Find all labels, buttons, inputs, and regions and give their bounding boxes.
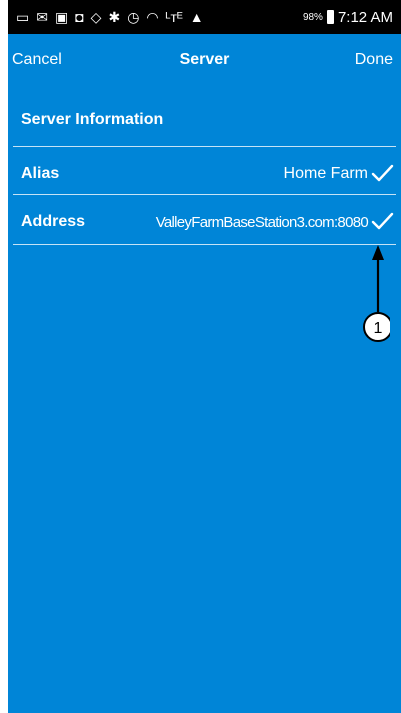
nav-bar: Cancel Server Done	[8, 34, 401, 88]
checkmark-icon	[371, 212, 394, 230]
callout-annotation: 1	[363, 245, 390, 342]
page-title: Server	[179, 51, 230, 68]
address-label: Address	[21, 213, 86, 230]
notification-icons: ▭ ✉ ▣ ◘ ◇ ✱ ◷ ◠ ᴸᴛᴱ ▲	[8, 10, 204, 24]
4g-icon: ᴸᴛᴱ	[165, 9, 183, 25]
location-icon: ◇	[90, 9, 102, 25]
status-right: 98% 7:12 AM	[303, 9, 401, 26]
done-button[interactable]: Done	[355, 51, 393, 69]
signal-icon: ▲	[189, 9, 204, 25]
email-icon: ✉	[36, 9, 48, 25]
checkmark-icon	[371, 164, 394, 182]
status-bar: ▭ ✉ ▣ ◘ ◇ ✱ ◷ ◠ ᴸᴛᴱ ▲ 98% 7:12 AM	[8, 0, 401, 34]
alias-value[interactable]: Home Farm	[284, 165, 368, 183]
divider	[13, 146, 396, 147]
address-value[interactable]: ValleyFarmBaseStation3.com:8080	[156, 214, 369, 231]
clock: 7:12 AM	[337, 8, 393, 26]
wifi-icon: ◠	[146, 9, 159, 25]
callout-number: 1	[374, 320, 383, 337]
section-title: Server Information	[21, 111, 164, 128]
alias-field[interactable]: Alias Home Farm	[21, 161, 394, 185]
battery-percent: 98%	[302, 11, 323, 23]
image-icon: ▣	[54, 9, 69, 25]
alias-label: Alias	[21, 165, 60, 182]
address-field[interactable]: Address ValleyFarmBaseStation3.com:8080	[21, 209, 394, 233]
app-screen: ▭ ✉ ▣ ◘ ◇ ✱ ◷ ◠ ᴸᴛᴱ ▲ 98% 7:12 AM Cancel…	[8, 0, 401, 713]
message-icon: ▭	[16, 9, 30, 25]
alarm-icon: ◷	[127, 9, 140, 25]
callout-arrowhead	[372, 245, 384, 260]
battery-icon	[326, 10, 334, 24]
bluetooth-icon: ✱	[108, 9, 121, 25]
divider	[13, 194, 396, 195]
android-icon: ◘	[75, 9, 84, 25]
divider	[13, 244, 396, 245]
